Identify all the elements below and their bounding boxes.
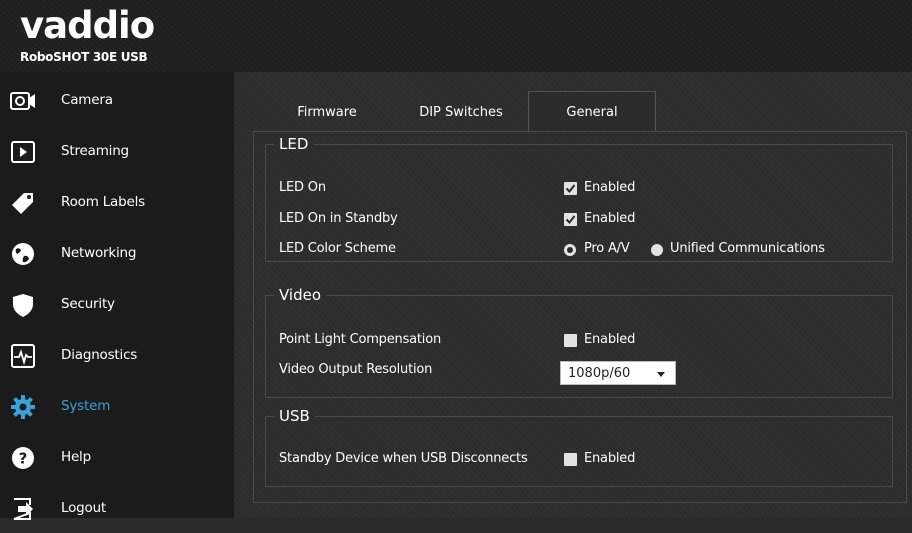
video-group-legend: Video [279, 286, 322, 304]
sidebar-item-system[interactable]: System [0, 381, 234, 431]
help-icon: ? [12, 447, 34, 469]
checkmark-icon [565, 215, 576, 225]
usb-group: USB Standby Device when USB Disconnects … [265, 407, 893, 487]
radio-unified-communications-label: Unified Communications [670, 241, 825, 256]
pulse-icon [11, 344, 35, 368]
usb-standby-label: Standby Device when USB Disconnects [279, 451, 528, 466]
point-light-label: Point Light Compensation [279, 332, 442, 347]
camera-icon [10, 92, 35, 110]
led-standby-checkbox[interactable] [564, 213, 577, 226]
point-light-option: Enabled [584, 332, 636, 347]
sidebar-item-label: Room Labels [61, 194, 145, 210]
app-header: vaddio RoboSHOT 30E USB [0, 0, 912, 72]
video-resolution-value: 1080p/60 [568, 366, 631, 381]
sidebar-item-diagnostics[interactable]: Diagnostics [0, 330, 234, 380]
sidebar-item-label: Help [61, 449, 91, 465]
usb-standby-option: Enabled [584, 451, 636, 466]
led-on-option: Enabled [584, 180, 636, 195]
led-on-checkbox[interactable] [564, 182, 577, 195]
radio-pro-av-label: Pro A/V [584, 241, 630, 256]
sidebar-item-label: Camera [61, 92, 113, 108]
led-color-scheme-label: LED Color Scheme [279, 241, 396, 256]
sidebar-item-label: Networking [61, 245, 137, 261]
shield-icon [13, 294, 33, 317]
tab-general[interactable]: General [528, 91, 656, 132]
point-light-checkbox[interactable] [564, 334, 577, 347]
play-icon [11, 141, 35, 163]
led-group: LED LED On Enabled LED On in Standby Ena… [265, 135, 893, 262]
sidebar-item-camera[interactable]: Camera [0, 75, 234, 125]
general-settings-panel: LED LED On Enabled LED On in Standby Ena… [253, 131, 907, 503]
led-standby-option: Enabled [584, 211, 636, 226]
led-group-legend: LED [279, 135, 309, 153]
device-model: RoboSHOT 30E USB [20, 50, 148, 64]
usb-standby-checkbox[interactable] [564, 453, 577, 466]
svg-text:?: ? [19, 450, 28, 468]
vaddio-logo: vaddio [20, 4, 155, 47]
sidebar-item-security[interactable]: Security [0, 279, 234, 329]
globe-icon [12, 243, 34, 265]
tag-icon [12, 193, 33, 214]
sidebar-item-logout[interactable]: Logout [0, 483, 234, 533]
video-resolution-label: Video Output Resolution [279, 362, 433, 377]
sidebar-item-streaming[interactable]: Streaming [0, 126, 234, 176]
sidebar-item-room-labels[interactable]: Room Labels [0, 177, 234, 227]
radio-unified-communications[interactable] [651, 244, 663, 256]
usb-group-legend: USB [279, 407, 310, 425]
radio-pro-av[interactable] [564, 244, 576, 256]
tab-dip-switches[interactable]: DIP Switches [396, 94, 526, 132]
checkmark-icon [565, 184, 576, 194]
sidebar-item-label: System [61, 398, 111, 414]
sidebar-nav: Camera Streaming Room Labels Networking … [0, 72, 234, 520]
sidebar-item-networking[interactable]: Networking [0, 228, 234, 278]
video-group: Video Point Light Compensation Enabled V… [265, 286, 893, 398]
led-on-label: LED On [279, 180, 326, 195]
sidebar-item-label: Logout [61, 500, 107, 516]
main-content: Firmware DIP Switches General LED LED On… [234, 72, 912, 518]
sidebar-item-label: Streaming [61, 143, 129, 159]
sidebar-item-label: Diagnostics [61, 347, 138, 363]
sidebar-item-label: Security [61, 296, 115, 312]
sidebar-item-help[interactable]: ? Help [0, 432, 234, 482]
video-resolution-select[interactable]: 1080p/60 [560, 361, 676, 385]
led-standby-label: LED On in Standby [279, 211, 398, 226]
tab-firmware[interactable]: Firmware [260, 94, 394, 132]
gear-icon [11, 395, 35, 419]
logout-icon [13, 498, 33, 520]
chevron-down-icon [657, 372, 665, 377]
